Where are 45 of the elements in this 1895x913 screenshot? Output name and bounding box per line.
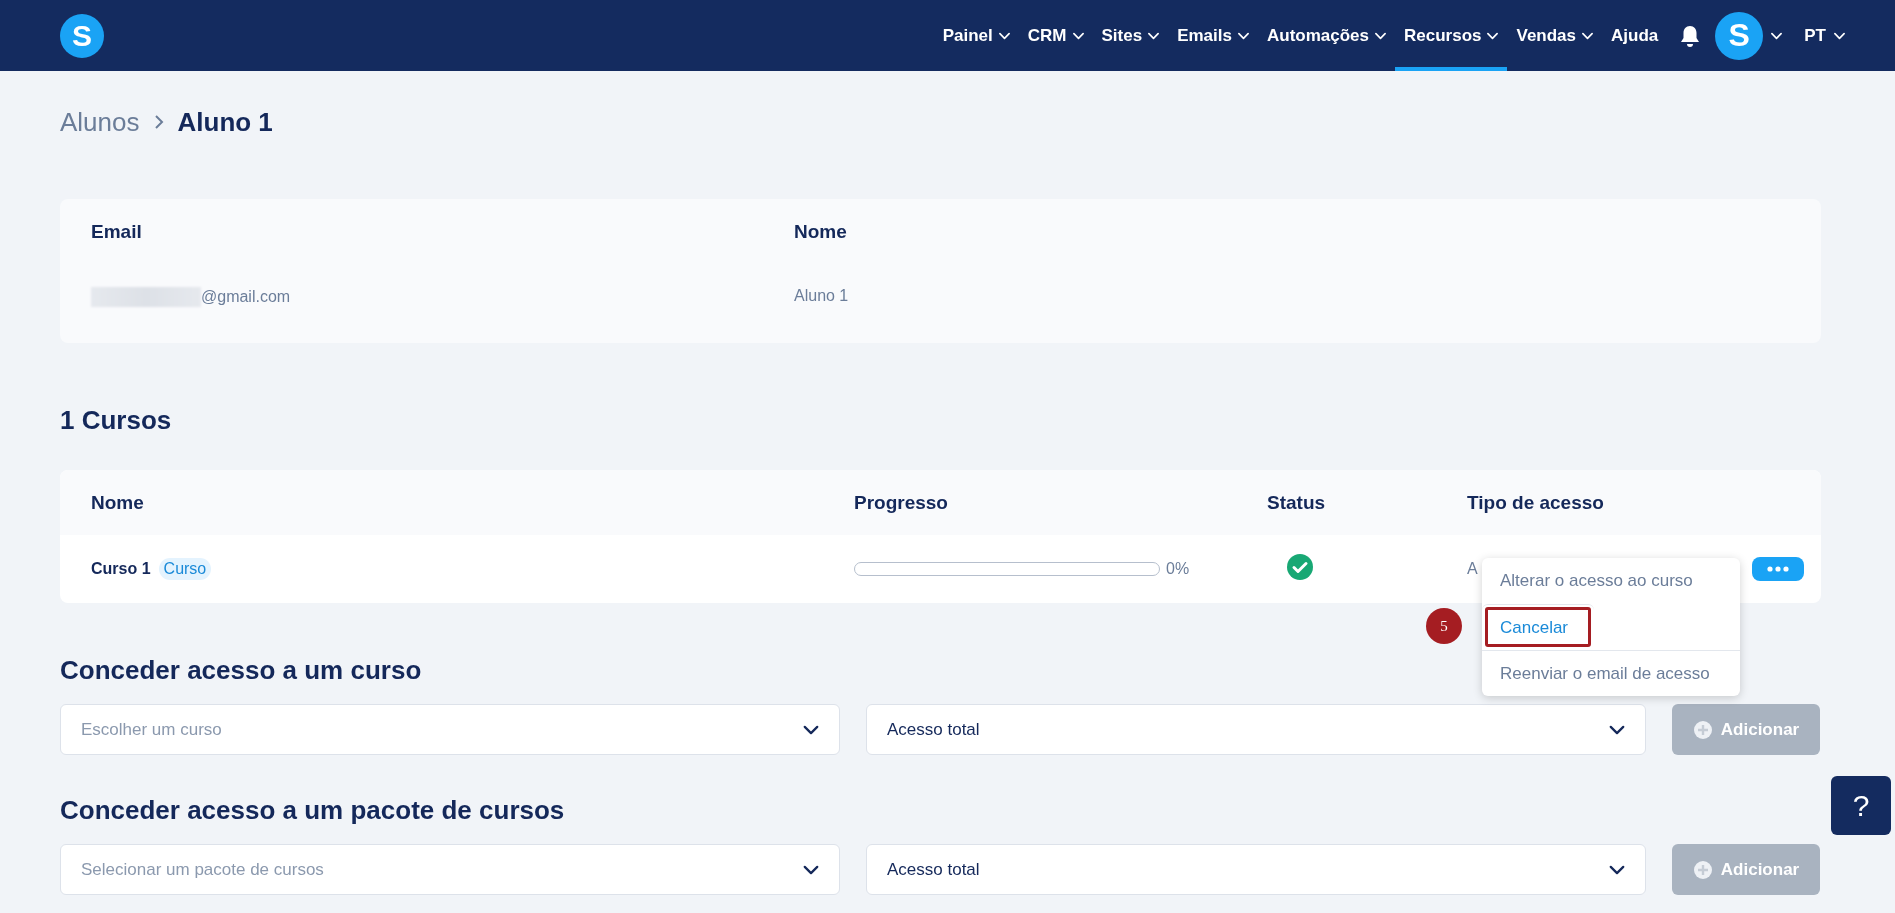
nav-item[interactable]: Recursos xyxy=(1395,0,1508,71)
menu-item[interactable]: Cancelar xyxy=(1482,604,1594,650)
help-button[interactable]: ? xyxy=(1831,776,1891,835)
nav-item[interactable]: Ajuda xyxy=(1602,0,1668,71)
nav-item[interactable]: CRM xyxy=(1018,0,1093,71)
caret-icon xyxy=(803,724,819,735)
column-header: Tipo de acesso xyxy=(1467,491,1605,514)
language-selector[interactable]: PT xyxy=(1804,25,1826,46)
more-button[interactable] xyxy=(1752,557,1804,581)
course-tag: Curso xyxy=(158,558,212,580)
caret-icon xyxy=(1834,31,1845,40)
plus-icon xyxy=(1692,719,1713,740)
access-select[interactable]: Acesso total xyxy=(866,844,1646,895)
column-header: Nome xyxy=(91,491,145,514)
section-title: 1 Cursos xyxy=(60,405,172,436)
access-type: A xyxy=(1467,560,1478,578)
nav-item[interactable]: Painel xyxy=(933,0,1019,71)
column-header: Nome xyxy=(794,221,848,243)
nav-item[interactable]: Sites xyxy=(1092,0,1169,71)
caret-icon xyxy=(1609,864,1625,875)
plus-icon xyxy=(1692,859,1713,880)
step-marker: 5 xyxy=(1426,608,1462,644)
column-header: Status xyxy=(1267,491,1327,514)
nav-item[interactable]: Emails xyxy=(1168,0,1258,71)
breadcrumb-link[interactable]: Alunos xyxy=(60,106,140,138)
nav-item[interactable]: Automações xyxy=(1257,0,1395,71)
section-title: Conceder acesso a um curso xyxy=(60,655,422,686)
course-name: Curso 1 xyxy=(91,560,151,578)
more-icon xyxy=(1767,566,1789,572)
menu-item[interactable]: Alterar o acesso ao curso xyxy=(1482,558,1740,604)
caret-icon xyxy=(803,864,819,875)
menu-item[interactable]: Reenviar o email de acesso xyxy=(1482,650,1740,696)
breadcrumb-current: Aluno 1 xyxy=(177,106,273,138)
nav-item[interactable]: Vendas xyxy=(1507,0,1603,71)
section-title: Conceder acesso a um pacote de cursos xyxy=(60,795,565,826)
access-select[interactable]: Acesso total xyxy=(866,704,1646,755)
caret-icon xyxy=(1609,724,1625,735)
progress-reading: 0% xyxy=(1166,560,1190,578)
caret-icon xyxy=(1771,31,1783,40)
column-header: Email xyxy=(91,221,143,243)
chevron-icon xyxy=(153,114,164,130)
name-value: Aluno 1 xyxy=(794,287,850,306)
column-header: Progresso xyxy=(854,491,949,514)
bell-icon[interactable] xyxy=(1679,23,1702,48)
email-value: @gmail.com xyxy=(201,288,291,306)
